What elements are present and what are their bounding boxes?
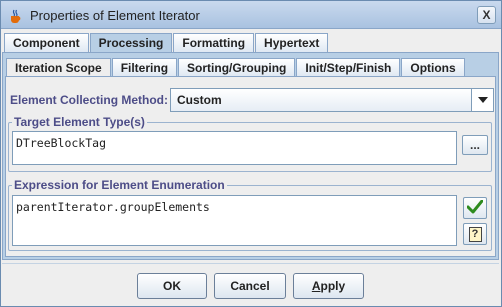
window-title: Properties of Element Iterator [30, 8, 200, 23]
close-icon: X [482, 8, 491, 22]
collecting-method-value: Custom [177, 93, 222, 107]
tab-sorting-grouping[interactable]: Sorting/Grouping [178, 58, 296, 77]
title-bar[interactable]: Properties of Element Iterator X [1, 1, 501, 29]
tab-component[interactable]: Component [4, 33, 89, 53]
expression-title: Expression for Element Enumeration [12, 178, 227, 192]
ok-label: OK [163, 279, 181, 293]
tab-filtering[interactable]: Filtering [111, 58, 178, 77]
outer-tab-bar: Component Processing Formatting Hypertex… [4, 33, 329, 54]
cancel-button[interactable]: Cancel [214, 273, 286, 299]
apply-button[interactable]: Apply [293, 273, 364, 299]
tab-processing[interactable]: Processing [89, 33, 173, 54]
checkmark-icon [466, 199, 484, 217]
help-button[interactable]: ? [463, 223, 487, 245]
chevron-down-icon[interactable] [471, 89, 493, 111]
java-cup-icon [8, 8, 24, 24]
tab-formatting[interactable]: Formatting [173, 33, 255, 53]
target-type-field[interactable]: DTreeBlockTag [12, 131, 457, 165]
expression-field[interactable]: parentIterator.groupElements [12, 195, 457, 246]
apply-label: Apply [311, 279, 346, 293]
tab-options[interactable]: Options [401, 58, 465, 77]
validate-button[interactable] [463, 197, 487, 219]
bottom-separator [2, 263, 499, 264]
browse-button[interactable]: ... [462, 135, 488, 155]
cancel-label: Cancel [230, 279, 270, 293]
tab-init-step-finish[interactable]: Init/Step/Finish [296, 58, 401, 77]
ellipsis-icon: ... [469, 138, 480, 152]
tab-iteration-scope[interactable]: Iteration Scope [6, 58, 111, 78]
close-button[interactable]: X [477, 6, 496, 24]
target-type-title: Target Element Type(s) [12, 115, 147, 129]
ok-button[interactable]: OK [137, 273, 207, 299]
inner-tab-bar: Iteration Scope Filtering Sorting/Groupi… [6, 58, 466, 78]
collecting-method-label: Element Collecting Method: [10, 93, 169, 107]
tab-hypertext[interactable]: Hypertext [255, 33, 329, 53]
collecting-method-select[interactable]: Custom [170, 88, 494, 112]
help-icon: ? [468, 226, 482, 242]
